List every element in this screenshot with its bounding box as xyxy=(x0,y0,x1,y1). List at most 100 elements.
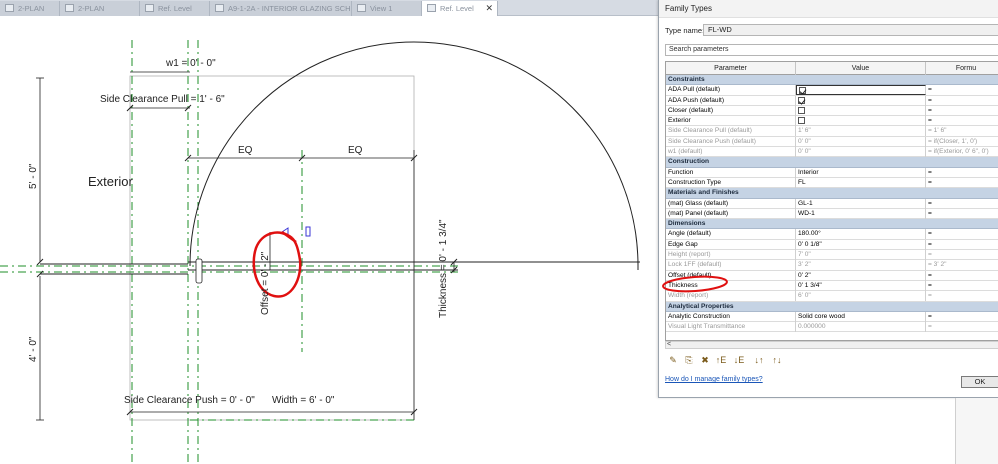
parameter-value[interactable]: 0.000000 xyxy=(796,322,926,333)
scroll-left-icon[interactable]: < xyxy=(667,341,671,348)
parameter-formula[interactable]: = if(Exterior, 0' 6", 0') xyxy=(926,147,998,157)
width-dimension[interactable]: Width = 6' - 0" xyxy=(272,395,334,406)
parameter-value[interactable]: 0' 0 1/8" xyxy=(796,239,926,250)
parameter-formula[interactable]: = xyxy=(926,291,998,301)
w1-dimension[interactable]: w1 = 0' - 0" xyxy=(166,58,216,69)
column-parameter[interactable]: Parameter xyxy=(666,62,796,75)
parameter-formula[interactable]: = xyxy=(926,229,998,239)
height-5ft-dimension[interactable]: 5' - 0" xyxy=(28,164,39,189)
sort-ascending-icon[interactable]: ↓↑ xyxy=(753,354,765,366)
parameter-formula[interactable]: = xyxy=(926,178,998,188)
search-parameters-input[interactable]: Search parameters xyxy=(665,44,998,56)
eq-right-label[interactable]: EQ xyxy=(348,145,362,156)
parameter-formula[interactable]: = if(Closer, 1', 0') xyxy=(926,137,998,147)
side-clearance-push-dimension[interactable]: Side Clearance Push = 0' - 0" xyxy=(124,395,255,406)
parameter-row[interactable]: Closer (default) = xyxy=(666,105,998,117)
parameter-formula[interactable]: = xyxy=(926,199,998,209)
parameter-value[interactable]: FL xyxy=(796,177,926,188)
sort-descending-icon[interactable]: ↑↓ xyxy=(771,354,783,366)
parameter-row[interactable]: w1 (default) 0' 0" = if(Exterior, 0' 6", 0… xyxy=(666,147,998,158)
parameter-value[interactable]: Solid core wood xyxy=(796,311,926,322)
section-header[interactable]: Analytical Properties xyxy=(666,301,998,312)
parameter-row[interactable]: ADA Push (default) = xyxy=(666,95,998,106)
offset-dimension[interactable]: Offset = 0' - 2" xyxy=(260,252,271,315)
parameter-row[interactable]: Thickness 0' 1 3/4" = xyxy=(666,280,998,292)
parameter-row[interactable]: Construction Type FL = xyxy=(666,177,998,189)
parameter-formula[interactable]: = 3' 2" xyxy=(926,260,998,270)
parameter-formula[interactable]: = xyxy=(926,250,998,260)
parameter-value[interactable]: WD-1 xyxy=(796,208,926,219)
parameter-row[interactable]: Side Clearance Pull (default) 1' 6" = 1' 6… xyxy=(666,126,998,137)
pencil-icon[interactable]: ✎ xyxy=(667,354,679,366)
section-header[interactable]: Materials and Finishes xyxy=(666,188,998,199)
parameter-value[interactable]: 0' 2" xyxy=(796,270,926,281)
parameter-name: Width (report) xyxy=(666,291,796,302)
parameter-row[interactable]: (mat) Panel (default) WD-1 = xyxy=(666,208,998,220)
parameter-formula[interactable]: = xyxy=(926,96,998,106)
parameter-row[interactable]: ADA Pull (default) = xyxy=(666,85,998,96)
parameter-formula[interactable]: = xyxy=(926,168,998,178)
section-header[interactable]: Construction xyxy=(666,157,998,168)
move-up-icon[interactable]: ↑E xyxy=(715,354,727,366)
parameter-value[interactable]: 0' 0" xyxy=(796,147,926,158)
section-header[interactable]: Dimensions xyxy=(666,219,998,230)
parameter-value[interactable]: 3' 2" xyxy=(796,260,926,271)
parameter-formula[interactable]: = xyxy=(926,312,998,322)
delete-type-icon[interactable]: ✖ xyxy=(699,354,711,366)
thickness-dimension[interactable]: Thickness = 0' - 1 3/4" xyxy=(438,219,449,318)
parameter-value[interactable]: 1' 6" xyxy=(796,126,926,137)
parameter-value[interactable]: GL-1 xyxy=(796,198,926,209)
parameter-checkbox[interactable] xyxy=(798,106,805,114)
door-hinge[interactable] xyxy=(195,258,203,284)
column-formula[interactable]: Formu xyxy=(926,62,998,75)
column-value[interactable]: Value xyxy=(796,62,926,75)
ok-button[interactable]: OK xyxy=(961,376,998,388)
parameter-row[interactable]: Edge Gap 0' 0 1/8" = xyxy=(666,239,998,251)
parameter-checkbox[interactable] xyxy=(798,117,805,125)
parameter-row[interactable]: Angle (default) 180.00° = xyxy=(666,229,998,240)
parameter-formula[interactable]: = xyxy=(926,271,998,281)
parameter-row[interactable]: Lock 1FF (default) 3' 2" = 3' 2" xyxy=(666,260,998,271)
parameter-value[interactable] xyxy=(796,85,926,96)
parameter-formula[interactable]: = xyxy=(926,85,998,95)
parameter-row[interactable]: Analytic Construction Solid core wood = xyxy=(666,311,998,323)
parameter-formula[interactable]: = xyxy=(926,240,998,250)
parameter-formula[interactable]: = xyxy=(926,116,998,126)
new-type-icon[interactable]: ⎘ xyxy=(683,354,695,366)
parameter-row[interactable]: Side Clearance Push (default) 0' 0" = if(C… xyxy=(666,136,998,148)
parameter-value[interactable] xyxy=(796,116,926,127)
drawing-canvas[interactable]: w1 = 0' - 0" Side Clearance Pull = 1' - … xyxy=(0,17,658,464)
parameter-value[interactable]: 6' 0" xyxy=(796,291,926,302)
type-name-select[interactable]: FL-WD xyxy=(703,24,998,36)
grid-header: Parameter Value Formu xyxy=(666,62,998,75)
parameter-value[interactable]: 7' 0" xyxy=(796,250,926,261)
move-down-icon[interactable]: ↓E xyxy=(733,354,745,366)
parameter-value[interactable]: Interior xyxy=(796,167,926,178)
parameter-value[interactable] xyxy=(796,105,926,116)
parameter-row[interactable]: Width (report) 6' 0" = xyxy=(666,291,998,302)
parameter-checkbox[interactable] xyxy=(799,87,806,95)
parameter-row[interactable]: Exterior = xyxy=(666,116,998,127)
help-link[interactable]: How do I manage family types? xyxy=(665,376,763,383)
parameter-row[interactable]: (mat) Glass (default) GL-1 = xyxy=(666,198,998,209)
parameter-checkbox[interactable] xyxy=(798,96,805,104)
parameter-formula[interactable]: = xyxy=(926,106,998,116)
section-header[interactable]: Constraints xyxy=(666,75,998,86)
parameter-formula[interactable]: = xyxy=(926,209,998,219)
parameter-row[interactable]: Function Interior = xyxy=(666,167,998,178)
parameter-formula[interactable]: = xyxy=(926,322,998,332)
height-4ft-dimension[interactable]: 4' - 0" xyxy=(28,337,39,362)
parameter-row[interactable]: Offset (default) 0' 2" = xyxy=(666,270,998,281)
horizontal-scrollbar[interactable]: < xyxy=(665,341,998,349)
parameter-row[interactable]: Visual Light Transmittance 0.000000 = xyxy=(666,322,998,333)
parameter-formula[interactable]: = xyxy=(926,281,998,291)
parameter-value[interactable]: 0' 1 3/4" xyxy=(796,280,926,291)
side-clearance-pull-dimension[interactable]: Side Clearance Pull = 1' - 6" xyxy=(100,94,225,105)
parameter-value[interactable]: 180.00° xyxy=(796,229,926,240)
parameter-value[interactable]: 0' 0" xyxy=(796,136,926,147)
parameter-row[interactable]: Height (report) 7' 0" = xyxy=(666,250,998,261)
parameter-value[interactable] xyxy=(796,95,926,106)
properties-strip xyxy=(955,398,998,464)
eq-left-label[interactable]: EQ xyxy=(238,145,252,156)
parameter-formula[interactable]: = 1' 6" xyxy=(926,126,998,136)
